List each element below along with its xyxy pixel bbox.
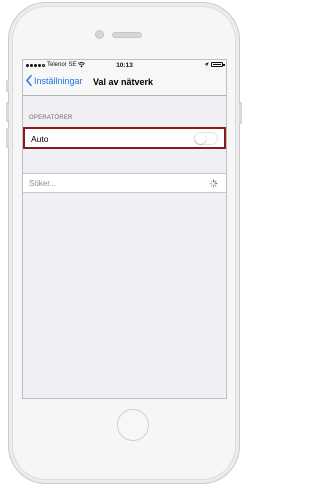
searching-label: Söker... (29, 179, 57, 188)
status-time: 10:13 (116, 61, 133, 69)
section-header-operators: OPERATÖRER (29, 115, 73, 121)
battery-icon (211, 62, 225, 67)
auto-label: Auto (31, 134, 49, 144)
volume-up-button (6, 102, 9, 122)
earpiece-speaker (112, 32, 142, 38)
phone-screen: Telenor SE 10:13 Inställningar Val av nä… (22, 59, 227, 399)
auto-toggle[interactable] (194, 132, 218, 145)
page-title: Val av nätverk (93, 77, 154, 87)
back-button[interactable]: Inställningar (26, 75, 83, 86)
navigation-bar: Inställningar Val av nätverk (23, 71, 226, 96)
status-right (204, 62, 225, 67)
back-button-label: Inställningar (34, 75, 83, 86)
location-arrow-icon (204, 62, 209, 67)
activity-spinner-icon (209, 179, 218, 188)
chevron-left-icon (26, 75, 32, 86)
front-camera (95, 30, 104, 39)
mute-switch (6, 80, 9, 92)
home-button[interactable] (117, 409, 149, 441)
power-button (239, 102, 242, 124)
searching-row: Söker... (23, 173, 226, 193)
status-bar: Telenor SE 10:13 (23, 60, 226, 71)
volume-down-button (6, 128, 9, 148)
auto-row: Auto (23, 127, 226, 149)
toggle-knob (195, 133, 206, 144)
